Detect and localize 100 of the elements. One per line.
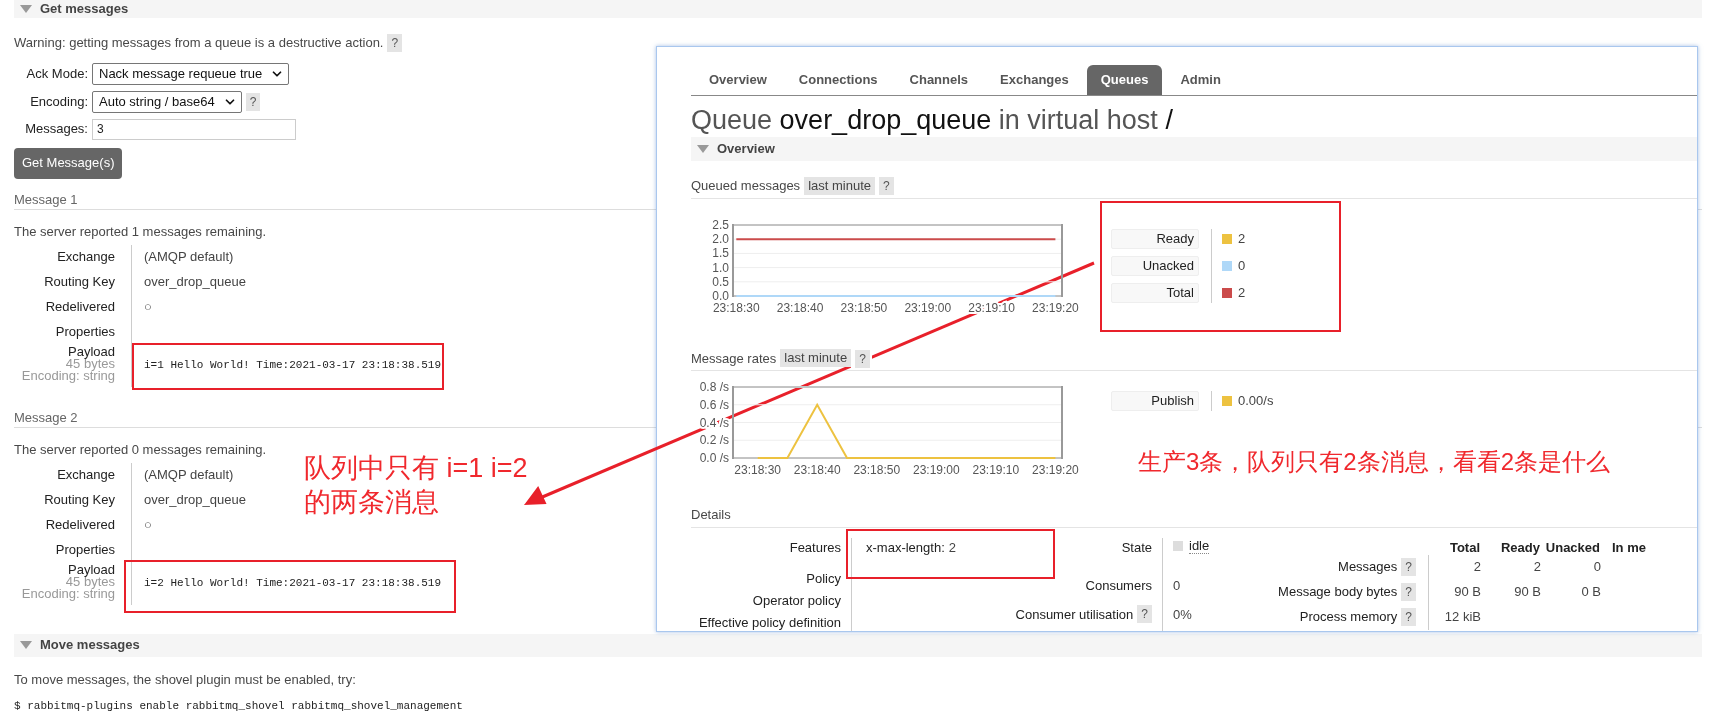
x-tick-label: 23:18:50 — [853, 463, 901, 477]
warning-text: Warning: getting messages from a queue is a destructive action. — [14, 34, 384, 52]
field-label: Routing Key — [44, 273, 115, 292]
field-label: Payload — [68, 563, 115, 576]
table-cell-text: 2 — [1533, 558, 1541, 577]
help-button[interactable]: ? — [1137, 605, 1152, 624]
legend-value: 0.00/s — [1238, 392, 1274, 411]
nav-tab[interactable]: Channels — [895, 65, 983, 95]
field-value: (AMQP default) — [144, 248, 234, 267]
help-button[interactable]: ? — [1401, 558, 1416, 576]
x-tick-label: 23:18:50 — [840, 300, 888, 315]
annotation-text: 的两条消息 — [304, 486, 439, 519]
nav-tab[interactable]: Exchanges — [986, 65, 1083, 95]
payload-text: i=1 Hello World! Time:2021-03-17 23:18:38.519 — [144, 358, 442, 374]
legend-label: Total — [1111, 282, 1199, 303]
feature-name: x-max-length: — [866, 538, 945, 557]
detail-label: Effective policy definition — [698, 613, 841, 631]
y-tick-label: 0.5 — [712, 274, 729, 289]
column-header: In me — [1612, 538, 1646, 555]
range-button[interactable]: last minute — [780, 349, 852, 368]
field-label: Exchange — [57, 248, 115, 267]
table-cell-text: 0 B — [1581, 583, 1601, 602]
detail-value: 0% — [1173, 606, 1192, 625]
get-messages-button[interactable]: Get Message(s) — [14, 147, 123, 179]
field-label: Redelivered — [45, 298, 115, 317]
field-label: Properties — [55, 541, 115, 560]
field-value: over_drop_queue — [144, 273, 246, 292]
field-label: Encoding: — [29, 92, 89, 111]
help-button[interactable]: ? — [387, 33, 403, 52]
x-tick-label: 23:19:00 — [904, 300, 952, 315]
detail-value: 0 — [1173, 576, 1181, 595]
annotation-text: 生产3条，队列只有2条消息，看看2条是什么 — [1138, 447, 1611, 477]
column-header: Ready — [1500, 538, 1540, 555]
help-button[interactable]: ? — [1401, 608, 1416, 626]
payload-text: i=2 Hello World! Time:2021-03-17 23:18:38.519 — [144, 576, 442, 592]
help-button[interactable]: ? — [855, 349, 870, 368]
nav-tab[interactable]: Connections — [784, 65, 892, 95]
table-cell-text: 2 — [1473, 558, 1481, 577]
field-value: over_drop_queue — [144, 491, 246, 510]
remaining-text: The server reported 1 messages remaining. — [14, 222, 267, 240]
page-title: Queue over_drop_queue in virtual host / — [691, 104, 1173, 136]
table-cell-text: 12 kiB — [1444, 608, 1481, 627]
field-value: ○ — [144, 298, 152, 317]
x-tick-label: 23:19:10 — [972, 463, 1020, 477]
table-cell-text: 0 — [1593, 558, 1601, 577]
field-label: Properties — [55, 323, 115, 342]
legend-value: 2 — [1238, 283, 1246, 302]
table-cell-text: 90 B — [1514, 583, 1541, 602]
remaining-text: The server reported 0 messages remaining. — [14, 440, 267, 458]
x-tick-label: 23:19:20 — [1032, 463, 1079, 477]
section-header[interactable]: Move messages — [14, 633, 1702, 657]
field-label: Ack Mode: — [25, 64, 89, 83]
x-tick-label: 23:18:40 — [776, 300, 824, 315]
legend-label: Unacked — [1111, 255, 1199, 276]
range-button[interactable]: last minute — [804, 176, 875, 195]
encoding-select[interactable]: Auto string / base64 — [92, 90, 242, 113]
detail-label: Features — [789, 538, 841, 557]
annotation-text: 队列中只有 i=1 i=2 — [304, 452, 528, 485]
field-value: ○ — [144, 516, 152, 535]
details-heading: Details — [691, 505, 1697, 528]
info-text: To move messages, the shovel plugin must be enabled, try: — [14, 670, 356, 688]
detail-label: Operator policy — [752, 591, 841, 610]
nav-tab[interactable]: Admin — [1166, 65, 1235, 95]
detail-label: Consumer utilisation — [1015, 606, 1134, 625]
help-button[interactable]: ? — [245, 92, 261, 111]
y-tick-label: 2.5 — [712, 218, 729, 232]
x-tick-label: 23:18:30 — [734, 463, 782, 477]
field-label: Redelivered — [45, 516, 115, 535]
y-tick-label: 1.5 — [712, 245, 729, 260]
field-label: Exchange — [57, 466, 115, 485]
table-cell-text: 90 B — [1454, 583, 1481, 602]
detail-label: Messages — [1338, 558, 1398, 577]
x-tick-label: 23:19:00 — [912, 463, 960, 477]
help-button[interactable]: ? — [1401, 583, 1416, 601]
field-label: Payload — [68, 345, 115, 358]
help-button[interactable]: ? — [879, 177, 894, 195]
nav-tab[interactable]: Queues — [1086, 65, 1163, 95]
detail-label: Consumers — [1085, 576, 1152, 595]
y-tick-label: 2.0 — [712, 231, 729, 246]
y-tick-label: 0.0 /s — [699, 451, 729, 465]
detail-label: State — [1121, 538, 1152, 557]
chart-title: Message rates — [691, 349, 777, 368]
x-tick-label: 23:18:30 — [712, 300, 760, 315]
messages-field[interactable]: 3 — [92, 118, 296, 140]
detail-label: Policy — [806, 569, 841, 588]
detail-label: Message body bytes — [1278, 583, 1398, 602]
ack-mode-select[interactable]: Nack message requeue true — [92, 62, 290, 85]
section-header[interactable]: Overview — [691, 137, 1697, 161]
section-header[interactable]: Get messages — [14, 0, 1702, 18]
detail-value: 2 — [948, 538, 956, 557]
y-tick-label: 0.0 — [712, 288, 729, 303]
legend-label: Publish — [1111, 391, 1199, 411]
command-text: $ rabbitmq-plugins enable rabbitmq_shovel rabbitmq_shovel_management — [14, 698, 463, 714]
y-tick-label: 0.2 /s — [699, 433, 729, 448]
nav-tab[interactable]: Overview — [695, 65, 781, 95]
y-tick-label: 0.8 /s — [699, 381, 729, 394]
x-tick-label: 23:19:20 — [1032, 300, 1079, 315]
legend-value: 2 — [1238, 229, 1246, 248]
detail-label: Process memory — [1299, 608, 1398, 627]
field-label: Messages: — [24, 120, 89, 139]
